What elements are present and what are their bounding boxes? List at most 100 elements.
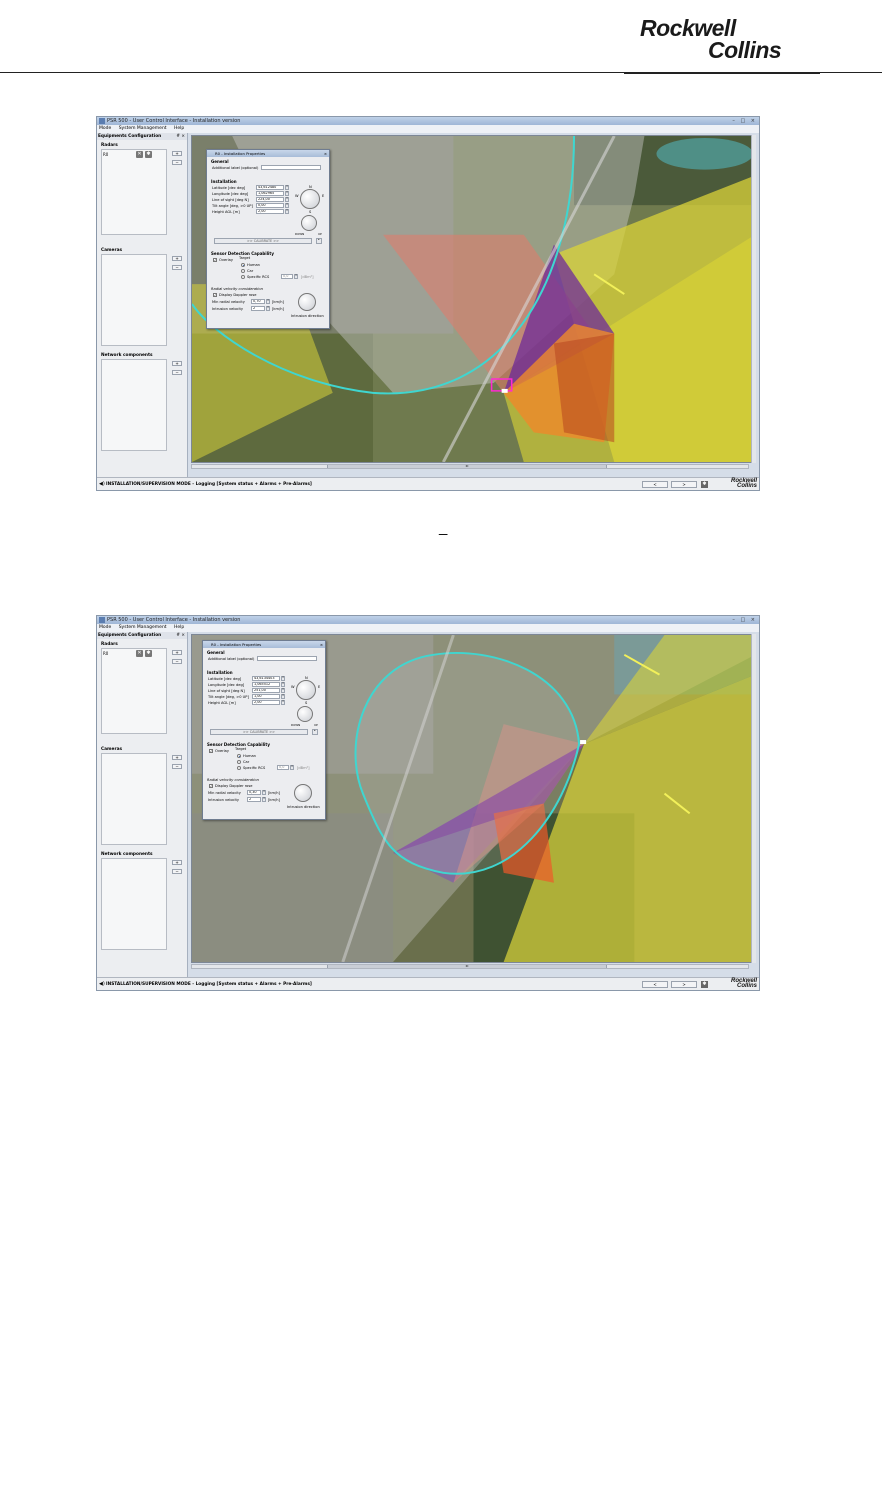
human-radio[interactable] xyxy=(237,754,241,758)
radars-list[interactable]: R0 ✕ ✱ xyxy=(101,648,167,734)
network-list[interactable] xyxy=(101,858,167,950)
gear-icon[interactable]: ✱ xyxy=(701,981,708,988)
rcs-input[interactable]: 0,0 xyxy=(277,765,289,770)
doppler-checkbox[interactable]: ✓ xyxy=(213,293,217,297)
remove-camera-button[interactable]: − xyxy=(172,265,182,270)
intrusion-direction-knob[interactable] xyxy=(298,293,316,311)
rcs-spinner[interactable]: ⇕ xyxy=(294,274,298,279)
min-radial-spinner[interactable]: ⇕ xyxy=(262,790,266,795)
add-camera-button[interactable]: + xyxy=(172,755,182,760)
cameras-list[interactable] xyxy=(101,753,167,845)
latitude-input[interactable]: 43,612480 xyxy=(256,185,284,190)
radar-item-r0[interactable]: R0 xyxy=(103,651,108,656)
height-input[interactable]: 2,00 xyxy=(256,209,284,214)
tilt-spinner[interactable]: ⇕ xyxy=(281,694,285,699)
intrusion-velocity-spinner[interactable]: ⇕ xyxy=(262,797,266,802)
calibrate-button[interactable]: >> CALIBRATE >> xyxy=(214,238,312,244)
menu-mode[interactable]: Mode xyxy=(99,625,111,630)
calibrate-settings-icon[interactable]: ▸ xyxy=(312,729,318,735)
close-icon[interactable]: × xyxy=(320,641,323,648)
cameras-list[interactable] xyxy=(101,254,167,346)
intrusion-velocity-input[interactable]: 2 xyxy=(247,797,261,802)
remove-radar-button[interactable]: − xyxy=(172,160,182,165)
intrusion-direction-knob[interactable] xyxy=(294,784,312,802)
map-horizontal-scrollbar[interactable]: III xyxy=(191,964,749,969)
close-icon[interactable]: × xyxy=(324,150,327,157)
tilt-spinner[interactable]: ⇕ xyxy=(285,203,289,208)
specific-rcs-radio[interactable] xyxy=(237,766,241,770)
status-prev-button[interactable]: < xyxy=(642,481,668,488)
rcs-spinner[interactable]: ⇕ xyxy=(290,765,294,770)
remove-network-button[interactable]: − xyxy=(172,370,182,375)
scroll-thumb[interactable]: III xyxy=(327,465,607,468)
status-next-button[interactable]: > xyxy=(671,981,697,988)
map-vertical-scrollbar[interactable] xyxy=(751,135,756,463)
intrusion-velocity-input[interactable]: 2 xyxy=(251,306,265,311)
los-input[interactable]: 251,00 xyxy=(252,688,280,693)
los-input[interactable]: 224,00 xyxy=(256,197,284,202)
specific-rcs-radio[interactable] xyxy=(241,275,245,279)
status-next-button[interactable]: > xyxy=(671,481,697,488)
calibrate-settings-icon[interactable]: ▸ xyxy=(316,238,322,244)
add-camera-button[interactable]: + xyxy=(172,256,182,261)
add-network-button[interactable]: + xyxy=(172,860,182,865)
height-spinner[interactable]: ⇕ xyxy=(281,700,285,705)
map-vertical-scrollbar[interactable] xyxy=(751,634,756,963)
tilt-input[interactable]: 1,00 xyxy=(252,694,280,699)
radars-list[interactable]: R0 ✕ ✱ xyxy=(101,149,167,235)
car-radio[interactable] xyxy=(241,269,245,273)
overlay-checkbox[interactable]: ✓ xyxy=(209,749,213,753)
wrench-icon[interactable]: ✕ xyxy=(136,650,143,657)
intrusion-velocity-spinner[interactable]: ⇕ xyxy=(266,306,270,311)
menu-help[interactable]: Help xyxy=(174,126,184,131)
height-input[interactable]: 2,00 xyxy=(252,700,280,705)
latitude-spinner[interactable]: ⇕ xyxy=(281,676,285,681)
latitude-input[interactable]: 43,6134403 xyxy=(252,676,280,681)
longitude-spinner[interactable]: ⇕ xyxy=(285,191,289,196)
panel-pin-close-icons[interactable]: # × xyxy=(176,632,185,639)
menu-system-management[interactable]: System Management xyxy=(119,126,167,131)
rcs-input[interactable]: 0,0 xyxy=(281,274,293,279)
tilt-input[interactable]: 0,00 xyxy=(256,203,284,208)
add-radar-button[interactable]: + xyxy=(172,151,182,156)
menu-help[interactable]: Help xyxy=(174,625,184,630)
min-radial-input[interactable]: 0,30 xyxy=(247,790,261,795)
window-controls[interactable]: – □ × xyxy=(732,118,757,124)
los-spinner[interactable]: ⇕ xyxy=(285,197,289,202)
window-controls[interactable]: – □ × xyxy=(732,617,757,623)
min-radial-spinner[interactable]: ⇕ xyxy=(266,299,270,304)
remove-radar-button[interactable]: − xyxy=(172,659,182,664)
radar-item-r0[interactable]: R0 xyxy=(103,152,108,157)
gear-icon[interactable]: ✱ xyxy=(145,650,152,657)
longitude-input[interactable]: 1,062965 xyxy=(256,191,284,196)
wrench-icon[interactable]: ✕ xyxy=(136,151,143,158)
car-radio[interactable] xyxy=(237,760,241,764)
remove-camera-button[interactable]: − xyxy=(172,764,182,769)
calibrate-button[interactable]: >> CALIBRATE >> xyxy=(210,729,308,735)
doppler-checkbox[interactable]: ✓ xyxy=(209,784,213,788)
longitude-spinner[interactable]: ⇕ xyxy=(281,682,285,687)
menu-system-management[interactable]: System Management xyxy=(119,625,167,630)
overlay-checkbox[interactable]: ✓ xyxy=(213,258,217,262)
min-radial-input[interactable]: 0,70 xyxy=(251,299,265,304)
tilt-knob[interactable] xyxy=(301,215,317,231)
los-spinner[interactable]: ⇕ xyxy=(281,688,285,693)
heading-knob[interactable] xyxy=(300,189,320,209)
heading-knob[interactable] xyxy=(296,680,316,700)
network-list[interactable] xyxy=(101,359,167,451)
longitude-input[interactable]: 1,065512 xyxy=(252,682,280,687)
height-spinner[interactable]: ⇕ xyxy=(285,209,289,214)
additional-label-input[interactable] xyxy=(261,165,321,170)
latitude-spinner[interactable]: ⇕ xyxy=(285,185,289,190)
remove-network-button[interactable]: − xyxy=(172,869,182,874)
add-radar-button[interactable]: + xyxy=(172,650,182,655)
map-horizontal-scrollbar[interactable]: III xyxy=(191,464,749,469)
add-network-button[interactable]: + xyxy=(172,361,182,366)
menu-mode[interactable]: Mode xyxy=(99,126,111,131)
speaker-icon[interactable]: ◀) xyxy=(99,478,105,490)
panel-pin-close-icons[interactable]: # × xyxy=(176,133,185,140)
gear-icon[interactable]: ✱ xyxy=(701,481,708,488)
scroll-thumb[interactable]: III xyxy=(327,965,607,968)
human-radio[interactable] xyxy=(241,263,245,267)
tilt-knob[interactable] xyxy=(297,706,313,722)
